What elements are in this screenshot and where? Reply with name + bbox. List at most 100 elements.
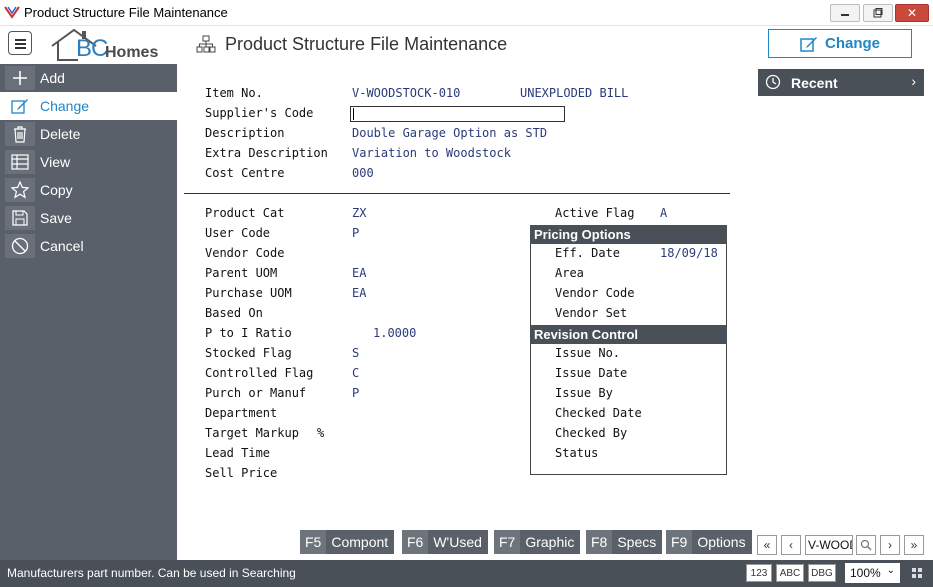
purch-or-manuf-label: Purch or Manuf — [205, 386, 307, 400]
caps-mode-badge: ABC — [776, 564, 804, 582]
action-sidebar: Add Change Delete View Copy Save Cancel — [0, 64, 177, 560]
sidebar-item-add[interactable]: Add — [0, 64, 177, 92]
sidebar-item-label: Delete — [40, 126, 81, 142]
user-code-label: User Code — [205, 226, 271, 240]
menu-button[interactable] — [8, 31, 32, 55]
page-title: Product Structure File Maintenance — [225, 34, 508, 54]
stocked-flag-value[interactable]: S — [352, 346, 359, 360]
fkey-code: F7 — [494, 530, 521, 554]
resize-grip-icon[interactable] — [911, 567, 923, 579]
parent-uom-label: Parent UOM — [205, 266, 278, 280]
suppliers-code-label: Supplier's Code — [205, 106, 314, 120]
logo-bc: BC — [76, 35, 108, 62]
f6-wused-button[interactable]: F6 W'Used — [402, 530, 488, 554]
fkey-label: Specs — [617, 534, 657, 550]
star-icon — [5, 178, 35, 202]
sidebar-item-label: Add — [40, 70, 65, 86]
text-cursor — [353, 108, 354, 120]
f8-specs-button[interactable]: F8 Specs — [586, 530, 663, 554]
chevron-left-icon: ‹ — [789, 538, 793, 552]
logo-homes: Homes — [105, 44, 159, 61]
eff-date-label: Eff. Date — [555, 246, 621, 260]
pricing-options-header: Pricing Options — [530, 225, 727, 244]
double-chevron-right-icon: » — [910, 538, 918, 552]
sidebar-item-label: Cancel — [40, 238, 84, 254]
chevron-right-icon: › — [888, 538, 892, 552]
sidebar-item-label: Save — [40, 210, 72, 226]
last-record-button[interactable]: » — [904, 535, 924, 555]
fkey-code: F8 — [586, 530, 613, 554]
section-divider — [184, 193, 730, 194]
structure-icon — [196, 35, 216, 53]
fkey-code: F9 — [666, 530, 693, 554]
edit-icon — [800, 36, 817, 52]
first-record-button[interactable]: « — [757, 535, 777, 555]
sidebar-item-delete[interactable]: Delete — [0, 120, 177, 148]
chevron-right-icon: › — [911, 73, 916, 89]
minimize-button[interactable] — [830, 4, 860, 22]
status-message: Manufacturers part number. Can be used i… — [7, 566, 296, 580]
zoom-select[interactable]: 100% ⌄ — [845, 563, 900, 583]
description-label: Description — [205, 126, 285, 140]
product-cat-value[interactable]: ZX — [352, 206, 366, 220]
cost-centre-value[interactable]: 000 — [352, 166, 374, 180]
sidebar-item-cancel[interactable]: Cancel — [0, 232, 177, 260]
issue-by-label: Issue By — [555, 386, 613, 400]
plus-icon — [5, 66, 35, 90]
parent-uom-value[interactable]: EA — [352, 266, 366, 280]
search-button[interactable] — [856, 535, 876, 555]
item-no-value[interactable]: V-WOODSTOCK-010 — [352, 86, 460, 100]
p-to-i-ratio-label: P to I Ratio — [205, 326, 292, 340]
fkey-label: W'Used — [433, 534, 482, 550]
purchase-uom-value[interactable]: EA — [352, 286, 366, 300]
active-flag-label: Active Flag — [555, 206, 635, 220]
maximize-button[interactable] — [863, 4, 893, 22]
next-record-button[interactable]: › — [880, 535, 900, 555]
sell-price-label: Sell Price — [205, 466, 278, 480]
f7-graphic-button[interactable]: F7 Graphic — [494, 530, 581, 554]
sidebar-item-label: Copy — [40, 182, 73, 198]
extra-description-value[interactable]: Variation to Woodstock — [352, 146, 511, 160]
vendor-code-label: Vendor Code — [205, 246, 285, 260]
p-to-i-ratio-value[interactable]: 1.0000 — [373, 326, 416, 340]
fkey-label: Graphic — [525, 534, 575, 550]
stocked-flag-label: Stocked Flag — [205, 346, 292, 360]
change-mode-button[interactable]: Change — [768, 29, 912, 58]
f9-options-button[interactable]: F9 Options — [666, 530, 752, 554]
product-cat-label: Product Cat — [205, 206, 285, 220]
fkey-code: F5 — [300, 530, 327, 554]
purch-or-manuf-value[interactable]: P — [352, 386, 359, 400]
area-label: Area — [555, 266, 584, 280]
sidebar-item-copy[interactable]: Copy — [0, 176, 177, 204]
checked-date-label: Checked Date — [555, 406, 642, 420]
recent-panel-toggle[interactable]: Recent › — [758, 69, 924, 96]
target-markup-label: Target Markup — [205, 426, 299, 440]
checked-by-label: Checked By — [555, 426, 628, 440]
controlled-flag-value[interactable]: C — [352, 366, 359, 380]
sidebar-item-save[interactable]: Save — [0, 204, 177, 232]
description-value[interactable]: Double Garage Option as STD — [352, 126, 547, 140]
controlled-flag-label: Controlled Flag — [205, 366, 314, 380]
lead-time-label: Lead Time — [205, 446, 271, 460]
suppliers-code-input[interactable] — [350, 106, 565, 122]
f5-compont-button[interactable]: F5 Compont — [300, 530, 395, 554]
numeric-mode-badge: 123 — [746, 564, 772, 582]
department-label: Department — [205, 406, 278, 420]
bill-status-text: UNEXPLODED BILL — [520, 86, 629, 100]
eff-date-value[interactable]: 18/09/18 — [660, 246, 718, 260]
issue-date-label: Issue Date — [555, 366, 628, 380]
record-search-input[interactable]: V-WOODSTOCK-010 — [805, 535, 853, 555]
close-button[interactable]: ✕ — [895, 4, 929, 22]
previous-record-button[interactable]: ‹ — [781, 535, 801, 555]
issue-no-label: Issue No. — [555, 346, 621, 360]
cost-centre-label: Cost Centre — [205, 166, 285, 180]
item-no-label: Item No. — [205, 86, 263, 100]
fkey-label: Options — [697, 534, 746, 550]
active-flag-value[interactable]: A — [660, 206, 667, 220]
save-icon — [5, 206, 35, 230]
sidebar-item-change[interactable]: Change — [0, 92, 177, 120]
cancel-icon — [5, 234, 35, 258]
recent-label: Recent — [791, 75, 838, 91]
sidebar-item-view[interactable]: View — [0, 148, 177, 176]
user-code-value[interactable]: P — [352, 226, 359, 240]
